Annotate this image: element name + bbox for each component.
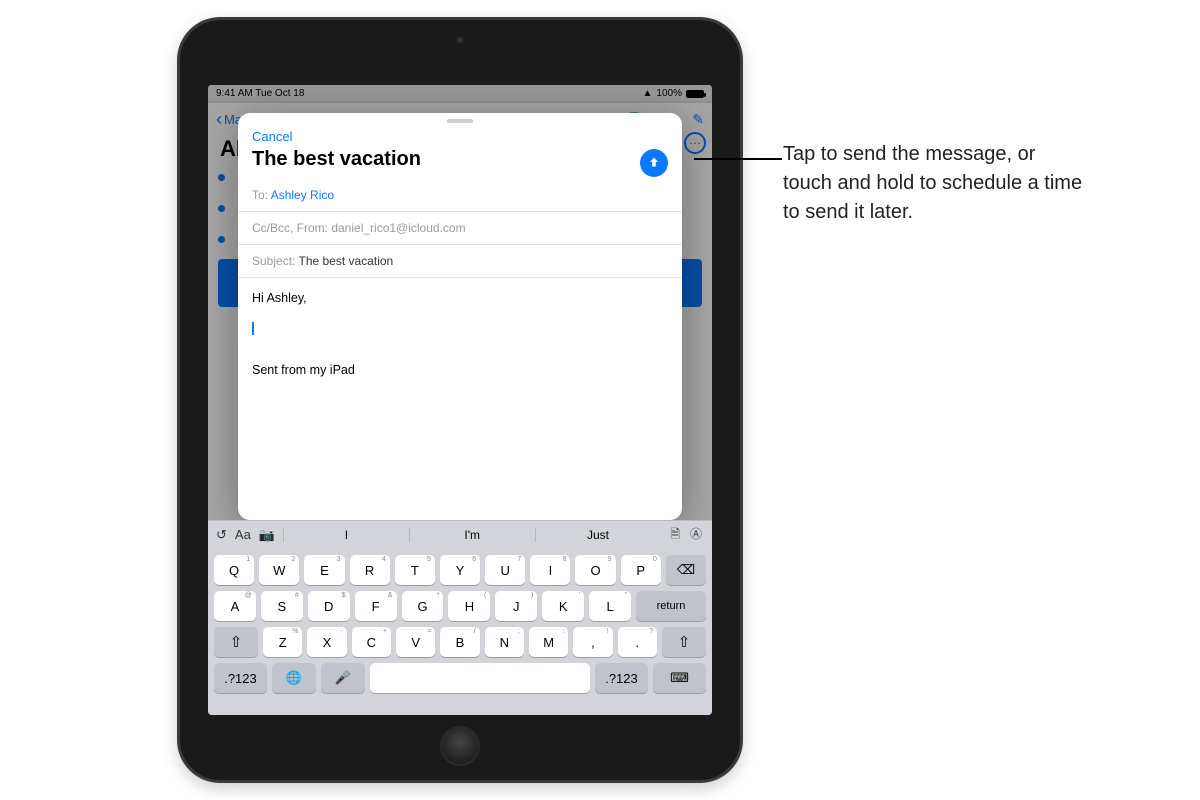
key-o[interactable]: O9 — [575, 555, 615, 585]
key-k[interactable]: K' — [542, 591, 584, 621]
key-u[interactable]: U7 — [485, 555, 525, 585]
key-e[interactable]: E3 — [304, 555, 344, 585]
undo-icon[interactable]: ↺ — [216, 527, 227, 543]
shift-key-right[interactable]: ⇧ — [662, 627, 706, 657]
send-button[interactable] — [640, 149, 668, 177]
suggestion-3[interactable]: Just — [535, 528, 661, 542]
key-f[interactable]: F& — [355, 591, 397, 621]
key-g[interactable]: G* — [402, 591, 444, 621]
key-.[interactable]: .? — [618, 627, 657, 657]
key-t[interactable]: T5 — [395, 555, 435, 585]
to-field[interactable]: To: Ashley Rico — [238, 179, 682, 212]
scan-doc-icon[interactable]: 🗎 — [670, 525, 680, 546]
body-signature: Sent from my iPad — [252, 360, 668, 380]
suggestion-2[interactable]: I'm — [409, 528, 535, 542]
key-q[interactable]: Q1 — [214, 555, 254, 585]
suggestion-bar: ↺ Aa 📷 I I'm Just 🗎 Ⓐ — [208, 521, 712, 549]
key-d[interactable]: D$ — [308, 591, 350, 621]
to-label: To: — [252, 188, 268, 202]
key-c[interactable]: C+ — [352, 627, 391, 657]
key-j[interactable]: J) — [495, 591, 537, 621]
compose-title: The best vacation — [238, 144, 682, 179]
message-body[interactable]: Hi Ashley, Sent from my iPad — [238, 278, 682, 520]
mode-key-left[interactable]: .?123 — [214, 663, 267, 693]
front-camera — [456, 36, 464, 44]
dismiss-keyboard-key[interactable]: ⌨ — [653, 663, 706, 693]
cancel-button[interactable]: Cancel — [238, 123, 682, 144]
key-,[interactable]: ,! — [573, 627, 612, 657]
suggestion-1[interactable]: I — [283, 528, 409, 542]
subject-value: The best vacation — [298, 254, 393, 268]
text-format-icon[interactable]: Aa — [235, 527, 251, 543]
compose-sheet: Cancel The best vacation To: Ashley Rico… — [238, 113, 682, 520]
shift-key[interactable]: ⇧ — [214, 627, 258, 657]
return-key[interactable]: return — [636, 591, 706, 621]
key-r[interactable]: R4 — [350, 555, 390, 585]
key-l[interactable]: L" — [589, 591, 631, 621]
onscreen-keyboard: ↺ Aa 📷 I I'm Just 🗎 Ⓐ Q1W2E3R4T5Y6U7I8O9… — [208, 520, 712, 715]
handwriting-icon[interactable]: Ⓐ — [690, 525, 702, 546]
annotation-text: Tap to send the message, or touch and ho… — [783, 140, 1083, 227]
home-button[interactable] — [440, 726, 480, 766]
key-h[interactable]: H( — [448, 591, 490, 621]
key-b[interactable]: B/ — [440, 627, 479, 657]
ccbcc-from-field[interactable]: Cc/Bcc, From: daniel_rico1@icloud.com — [238, 212, 682, 245]
annotation-leader-line — [694, 158, 782, 160]
key-v[interactable]: V= — [396, 627, 435, 657]
subject-label: Subject: — [252, 254, 295, 268]
key-y[interactable]: Y6 — [440, 555, 480, 585]
backspace-key[interactable]: ⌫ — [666, 555, 706, 585]
dictation-key[interactable]: 🎤 — [321, 663, 365, 693]
ipad-frame: 9:41 AM Tue Oct 18 ▲ 100% ‹ Mailboxes Ed… — [180, 20, 740, 780]
text-cursor — [252, 322, 254, 335]
camera-icon[interactable]: 📷 — [259, 527, 275, 543]
screen: 9:41 AM Tue Oct 18 ▲ 100% ‹ Mailboxes Ed… — [208, 85, 712, 715]
key-a[interactable]: A@ — [214, 591, 256, 621]
key-s[interactable]: S# — [261, 591, 303, 621]
key-n[interactable]: N; — [485, 627, 524, 657]
spacebar[interactable] — [370, 663, 590, 693]
key-w[interactable]: W2 — [259, 555, 299, 585]
body-greeting: Hi Ashley, — [252, 288, 668, 308]
key-i[interactable]: I8 — [530, 555, 570, 585]
to-value: Ashley Rico — [271, 188, 334, 202]
key-x[interactable]: X- — [307, 627, 346, 657]
arrow-up-icon — [647, 156, 661, 170]
subject-field[interactable]: Subject: The best vacation — [238, 245, 682, 278]
key-m[interactable]: M: — [529, 627, 568, 657]
key-z[interactable]: Z% — [263, 627, 302, 657]
globe-key[interactable]: 🌐 — [272, 663, 316, 693]
key-p[interactable]: P0 — [621, 555, 661, 585]
mode-key-right[interactable]: .?123 — [595, 663, 648, 693]
